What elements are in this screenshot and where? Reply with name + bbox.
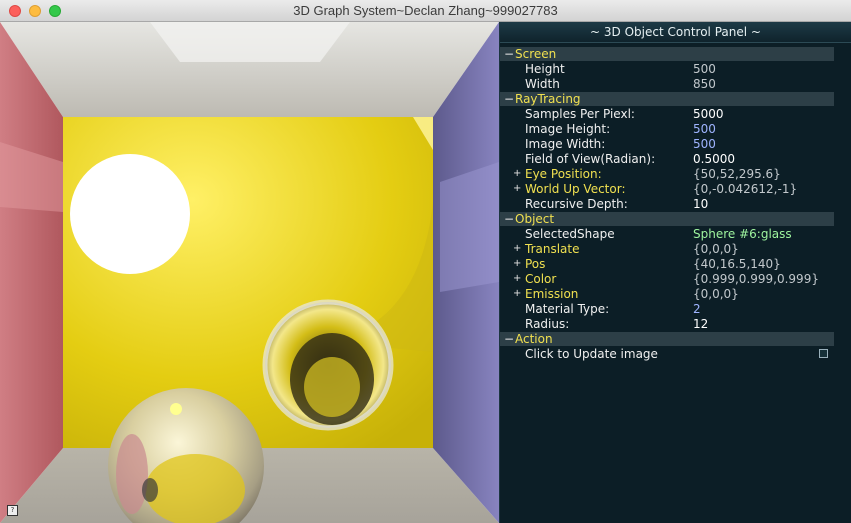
property-row-image-height[interactable]: Image Height: 500	[500, 122, 851, 137]
collapse-icon[interactable]: −	[504, 332, 514, 346]
property-value[interactable]: 850	[693, 77, 716, 92]
property-value[interactable]: {40,16.5,140}	[693, 257, 781, 272]
property-value[interactable]: {0,-0.042612,-1}	[693, 182, 797, 197]
expand-icon[interactable]: +	[513, 286, 521, 301]
rendered-scene	[0, 22, 499, 523]
property-value[interactable]: 500	[693, 62, 716, 77]
property-row-click-to-update-image[interactable]: Click to Update image	[500, 347, 851, 362]
property-row-translate[interactable]: + Translate {0,0,0}	[500, 242, 851, 257]
property-row-selectedshape[interactable]: SelectedShape Sphere #6:glass	[500, 227, 851, 242]
group-label: Action	[515, 332, 553, 346]
property-value[interactable]: {50,52,295.6}	[693, 167, 781, 182]
property-label: SelectedShape	[525, 227, 615, 241]
property-label: Eye Position:	[525, 167, 602, 181]
window-title: 3D Graph System~Declan Zhang~999027783	[293, 3, 558, 18]
render-viewport[interactable]: ?	[0, 22, 499, 523]
title-bar: 3D Graph System~Declan Zhang~999027783	[0, 0, 851, 22]
property-label: Image Height:	[525, 122, 611, 136]
property-label: Height	[525, 62, 565, 76]
property-value[interactable]: Sphere #6:glass	[693, 227, 792, 242]
property-label: Pos	[525, 257, 546, 271]
property-row-radius[interactable]: Radius: 12	[500, 317, 851, 332]
property-label: Radius:	[525, 317, 570, 331]
property-row-pos[interactable]: + Pos {40,16.5,140}	[500, 257, 851, 272]
group-header-action[interactable]: − Action	[500, 332, 834, 346]
property-label: Image Width:	[525, 137, 606, 151]
property-value[interactable]: {0,0,0}	[693, 242, 739, 257]
expand-icon[interactable]: +	[513, 256, 521, 271]
property-row-eye-position[interactable]: + Eye Position: {50,52,295.6}	[500, 167, 851, 182]
collapse-icon[interactable]: −	[504, 92, 514, 106]
property-value[interactable]: 0.5000	[693, 152, 735, 167]
property-row-height[interactable]: Height 500	[500, 62, 851, 77]
group-label: Screen	[515, 47, 557, 61]
property-row-field-of-view-radian[interactable]: Field of View(Radian): 0.5000	[500, 152, 851, 167]
property-value[interactable]: {0,0,0}	[693, 287, 739, 302]
group-label: RayTracing	[515, 92, 581, 106]
property-row-width[interactable]: Width 850	[500, 77, 851, 92]
property-label: Click to Update image	[525, 347, 658, 361]
property-label: Field of View(Radian):	[525, 152, 656, 166]
property-row-samples-per-piexl[interactable]: Samples Per Piexl: 5000	[500, 107, 851, 122]
viewport-corner-icon[interactable]: ?	[7, 505, 18, 516]
property-label: World Up Vector:	[525, 182, 626, 196]
property-label: Samples Per Piexl:	[525, 107, 635, 121]
property-value[interactable]: 500	[693, 122, 716, 137]
property-label: Width	[525, 77, 560, 91]
panel-title: ~ 3D Object Control Panel ~	[500, 22, 851, 43]
collapse-icon[interactable]: −	[504, 47, 514, 61]
group-header-object[interactable]: − Object	[500, 212, 834, 226]
group-header-raytracing[interactable]: − RayTracing	[500, 92, 834, 106]
panel-rows: − Screen Height 500 Width 850− RayTracing Sampl…	[500, 43, 851, 362]
property-row-color[interactable]: + Color {0.999,0.999,0.999}	[500, 272, 851, 287]
property-value[interactable]: 500	[693, 137, 716, 152]
property-row-material-type[interactable]: Material Type: 2	[500, 302, 851, 317]
update-image-checkbox[interactable]	[819, 349, 828, 358]
property-label: Emission	[525, 287, 579, 301]
property-row-recursive-depth[interactable]: Recursive Depth: 10	[500, 197, 851, 212]
property-value[interactable]: 2	[693, 302, 701, 317]
property-row-image-width[interactable]: Image Width: 500	[500, 137, 851, 152]
control-panel: ~ 3D Object Control Panel ~ − Screen Heigh…	[499, 22, 851, 523]
property-value[interactable]: {0.999,0.999,0.999}	[693, 272, 819, 287]
expand-icon[interactable]: +	[513, 181, 521, 196]
property-row-emission[interactable]: + Emission {0,0,0}	[500, 287, 851, 302]
collapse-icon[interactable]: −	[504, 212, 514, 226]
property-row-world-up-vector[interactable]: + World Up Vector: {0,-0.042612,-1}	[500, 182, 851, 197]
expand-icon[interactable]: +	[513, 166, 521, 181]
group-header-screen[interactable]: − Screen	[500, 47, 834, 61]
property-value[interactable]: 10	[693, 197, 708, 212]
expand-icon[interactable]: +	[513, 241, 521, 256]
expand-icon[interactable]: +	[513, 271, 521, 286]
property-value[interactable]: 5000	[693, 107, 724, 122]
property-label: Recursive Depth:	[525, 197, 628, 211]
property-label: Translate	[525, 242, 580, 256]
group-label: Object	[515, 212, 555, 226]
property-label: Material Type:	[525, 302, 610, 316]
property-label: Color	[525, 272, 557, 286]
property-value[interactable]: 12	[693, 317, 708, 332]
